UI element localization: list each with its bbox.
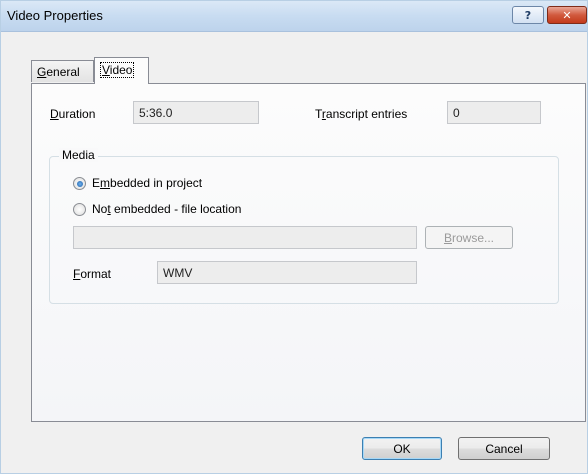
embedded-radio[interactable] bbox=[73, 177, 86, 190]
embedded-label[interactable]: Embedded in project bbox=[92, 176, 202, 190]
video-properties-dialog: Video Properties ? ✕ General Video Durat… bbox=[0, 0, 588, 474]
tab-video-label: Video bbox=[100, 62, 135, 78]
not-embedded-radio[interactable] bbox=[73, 203, 86, 216]
help-icon: ? bbox=[524, 8, 532, 22]
title-bar: Video Properties ? ✕ bbox=[1, 1, 587, 32]
media-group-legend: Media bbox=[59, 148, 98, 162]
ok-button[interactable]: OK bbox=[362, 437, 442, 460]
transcript-entries-field[interactable]: 0 bbox=[447, 101, 541, 124]
not-embedded-label[interactable]: Not embedded - file location bbox=[92, 202, 241, 216]
format-field[interactable]: WMV bbox=[157, 261, 417, 284]
help-button[interactable]: ? bbox=[512, 6, 544, 24]
browse-button-label: Browse... bbox=[443, 230, 495, 245]
close-icon: ✕ bbox=[562, 8, 572, 22]
browse-button[interactable]: Browse... bbox=[425, 226, 513, 249]
tab-general[interactable]: General bbox=[31, 60, 94, 82]
format-label: Format bbox=[73, 267, 112, 281]
file-location-field[interactable] bbox=[73, 226, 417, 249]
tab-general-label: General bbox=[37, 65, 80, 79]
close-button[interactable]: ✕ bbox=[547, 6, 587, 24]
duration-label: Duration bbox=[50, 107, 96, 121]
duration-field[interactable]: 5:36.0 bbox=[133, 101, 259, 124]
transcript-entries-label: Transcript entries bbox=[315, 107, 408, 121]
dialog-title: Video Properties bbox=[7, 8, 103, 23]
cancel-button[interactable]: Cancel bbox=[458, 437, 550, 460]
tab-video[interactable]: Video bbox=[94, 57, 149, 84]
